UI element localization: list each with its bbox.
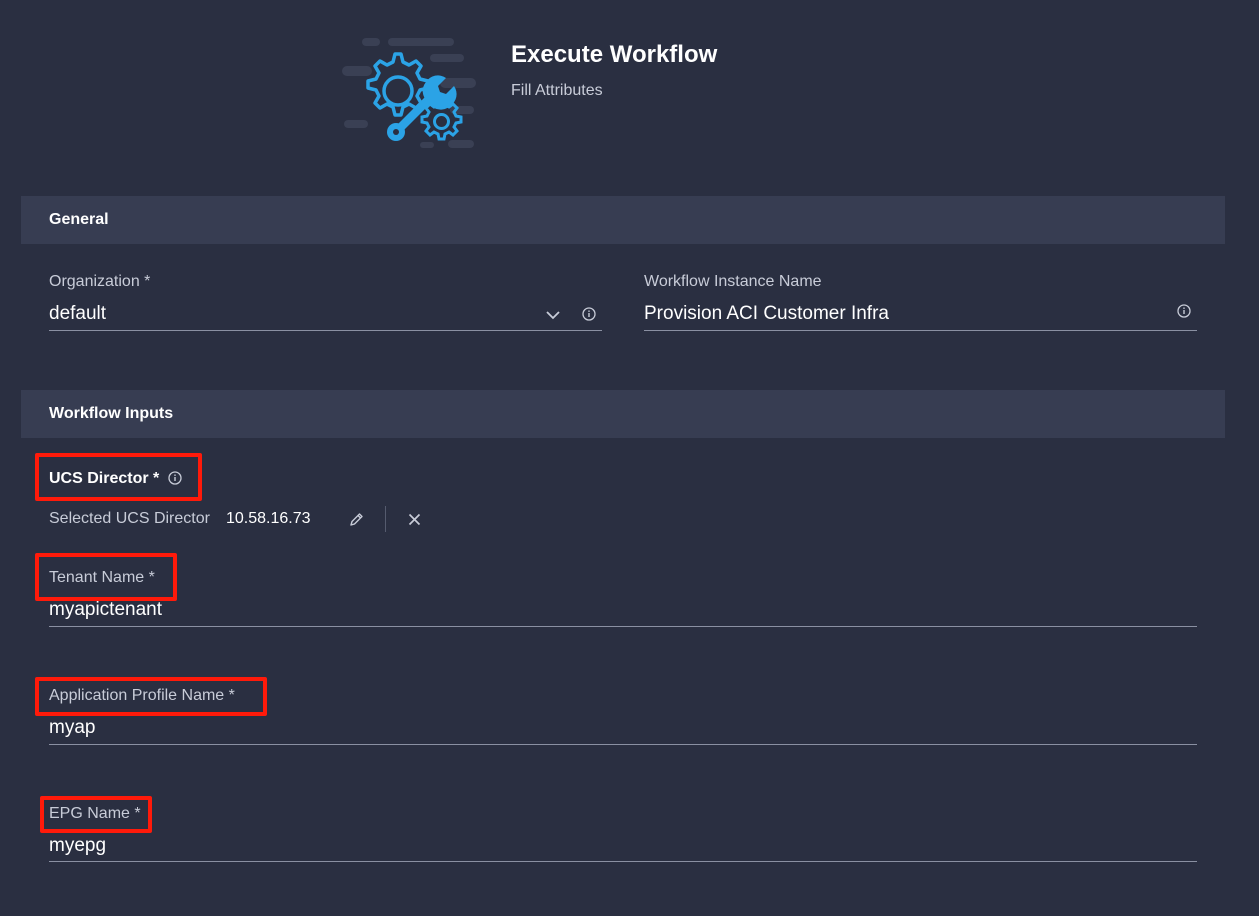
tenant-name-input[interactable]: myapictenant	[49, 599, 162, 621]
close-icon[interactable]	[405, 510, 423, 528]
info-icon[interactable]	[580, 305, 598, 323]
divider	[385, 506, 386, 532]
organization-underline	[49, 330, 602, 331]
epg-name-label: EPG Name *	[49, 805, 141, 822]
gear-wrench-icon	[342, 38, 476, 148]
tenant-name-underline	[49, 626, 1197, 627]
pencil-icon[interactable]	[347, 510, 365, 528]
app-profile-name-underline	[49, 744, 1197, 745]
app-profile-name-label: Application Profile Name *	[49, 687, 235, 704]
instance-name-underline	[644, 330, 1197, 331]
epg-name-underline	[49, 861, 1197, 862]
info-icon[interactable]	[1175, 302, 1193, 320]
selected-ucs-director-value: 10.58.16.73	[226, 510, 311, 527]
app-profile-name-input[interactable]: myap	[49, 717, 95, 739]
execute-workflow-page: Execute Workflow Fill Attributes General…	[0, 0, 1259, 916]
epg-name-input[interactable]: myepg	[49, 835, 106, 857]
tenant-name-label: Tenant Name *	[49, 569, 155, 586]
instance-name-label: Workflow Instance Name	[644, 273, 822, 290]
selected-ucs-director-label: Selected UCS Director	[49, 510, 210, 527]
page-subtitle: Fill Attributes	[511, 82, 603, 99]
organization-select[interactable]: default	[49, 303, 106, 325]
section-header-workflow-inputs: Workflow Inputs	[21, 390, 1225, 438]
section-header-general: General	[21, 196, 1225, 244]
chevron-down-icon[interactable]	[543, 305, 563, 325]
organization-label: Organization *	[49, 273, 151, 290]
info-icon[interactable]	[167, 470, 183, 486]
page-title: Execute Workflow	[511, 41, 718, 68]
instance-name-input[interactable]: Provision ACI Customer Infra	[644, 303, 889, 325]
ucs-director-label: UCS Director *	[49, 470, 160, 487]
